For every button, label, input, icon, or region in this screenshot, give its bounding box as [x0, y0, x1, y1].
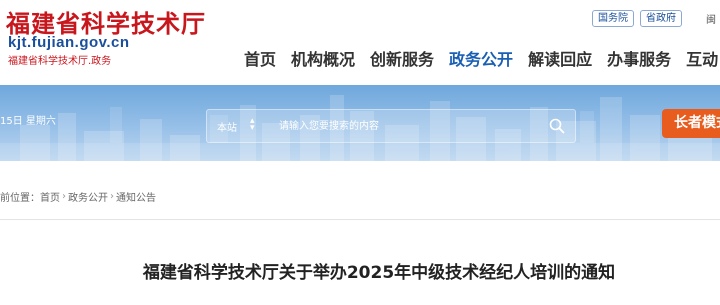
top-link-state-council[interactable]: 国务院 [592, 10, 634, 27]
nav-item-government-affairs[interactable]: 政务公开 [449, 46, 513, 70]
content-divider [0, 219, 720, 220]
breadcrumb: 前位置： 首页 › 政务公开 › 通知公告 [0, 189, 156, 204]
top-links: 国务院 省政府 [592, 10, 682, 27]
breadcrumb-item-notices[interactable]: 通知公告 [116, 189, 156, 204]
site-subtitle: 福建省科学技术厅.政务 [8, 56, 112, 67]
nav-item-services[interactable]: 办事服务 [607, 46, 671, 70]
search-icon[interactable] [549, 118, 565, 134]
site-header: 福建省科学技术厅 kjt.fujian.gov.cn 福建省科学技术厅.政务 国… [0, 0, 720, 85]
search-box: 本站 ▴ ▾ [206, 109, 576, 143]
nav-item-interpretation[interactable]: 解读回应 [528, 46, 592, 70]
site-domain: kjt.fujian.gov.cn [8, 34, 130, 51]
top-link-min[interactable]: 闽 [706, 11, 716, 26]
search-scope-select[interactable]: 本站 [217, 119, 237, 134]
search-input[interactable] [279, 117, 529, 135]
banner: 15日 星期六 本站 ▴ ▾ [0, 85, 720, 161]
nav-item-organization[interactable]: 机构概况 [291, 46, 355, 70]
nav-item-home[interactable]: 首页 [244, 46, 276, 70]
chevron-right-icon: › [62, 191, 66, 202]
elder-mode-button[interactable]: 长者模式 [662, 109, 720, 138]
breadcrumb-prefix: 前位置： [0, 193, 40, 204]
main-nav: 首页 机构概况 创新服务 政务公开 解读回应 办事服务 互动 [244, 46, 718, 70]
top-link-provincial-gov[interactable]: 省政府 [640, 10, 682, 27]
breadcrumb-item-home[interactable]: 首页 [40, 189, 60, 204]
nav-item-innovation[interactable]: 创新服务 [370, 46, 434, 70]
chevron-right-icon: › [110, 191, 114, 202]
breadcrumb-item-government-affairs[interactable]: 政务公开 [68, 189, 108, 204]
up-down-arrows-icon[interactable]: ▴ ▾ [250, 117, 255, 133]
article-title: 福建省科学技术厅关于举办2025年中级技术经纪人培训的通知 [142, 263, 616, 283]
nav-item-interaction[interactable]: 互动 [686, 46, 718, 70]
current-date: 15日 星期六 [0, 116, 56, 127]
